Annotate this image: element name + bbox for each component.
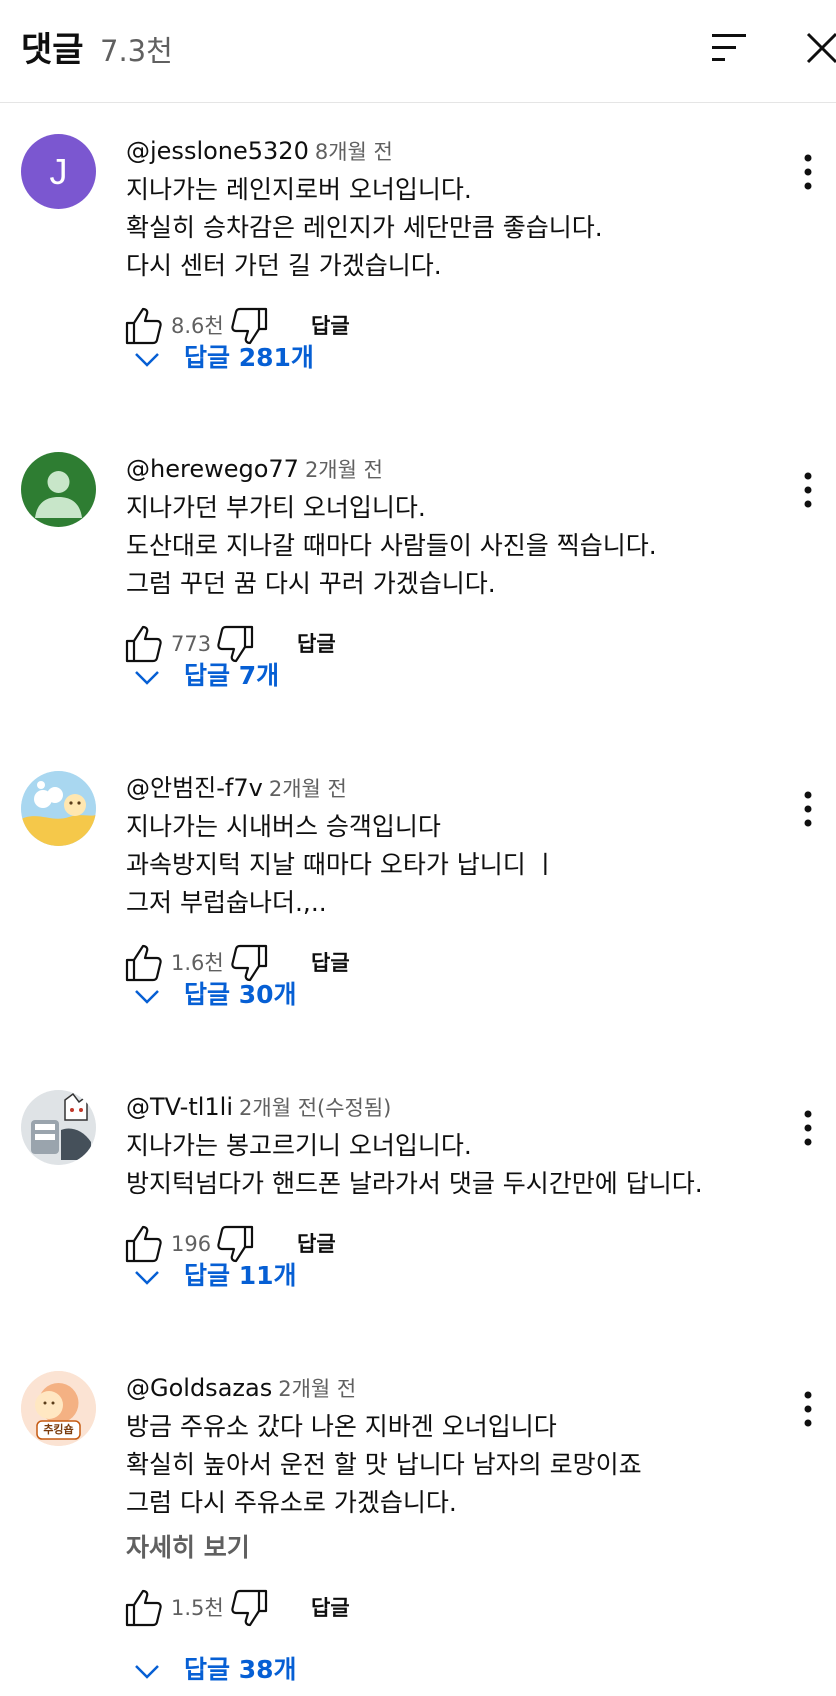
comment-line: 다시 센터 가던 길 가겠습니다. <box>126 251 442 280</box>
reply-button[interactable]: 답글 <box>297 1228 336 1260</box>
header-title: 댓글 <box>21 30 84 70</box>
cartoon-avatar-icon <box>21 771 96 846</box>
comment-line: 과속방지턱 지날 때마다 오타가 납니디 ㅣ <box>126 850 557 879</box>
comment-thread: @안범진-f7v 2개월 전 지나가는 시내버스 승객입니다 과속방지턱 지날 때… <box>0 771 836 1061</box>
comment-meta: @Goldsazas 2개월 전 <box>126 1371 356 1405</box>
thumb-up-icon <box>125 1589 162 1627</box>
comment-text: 지나가는 봉고르기니 오너입니다. 방지턱넘다가 핸드폰 날라가서 댓글 두시간… <box>126 1127 816 1203</box>
illustrated-avatar-icon <box>21 1090 96 1165</box>
comment-text: 지나가던 부가티 오너입니다. 도산대로 지나갈 때마다 사람들이 사진을 찍습… <box>126 489 816 603</box>
sort-button[interactable] <box>712 30 756 74</box>
comment-thread: J @jesslone5320 8개월 전 지나가는 레인지로버 오너입니다. 확… <box>0 134 836 424</box>
thumb-up-icon <box>125 307 162 345</box>
comment-line: 지나가던 부가티 오너입니다. <box>126 493 426 522</box>
comment-line: 방지턱넘다가 핸드폰 날라가서 댓글 두시간만에 답니다. <box>126 1169 703 1198</box>
comment-author[interactable]: @herewego77 <box>126 455 299 483</box>
reply-button[interactable]: 답글 <box>311 310 350 342</box>
read-more-button[interactable]: 자세히 보기 <box>126 1529 250 1567</box>
avatar[interactable] <box>21 771 96 846</box>
comment-line: 그럼 꾸던 꿈 다시 꾸러 가겠습니다. <box>126 569 496 598</box>
like-count: 196 <box>171 1232 212 1256</box>
avatar-badge-text: 추킹숍 <box>43 1423 74 1436</box>
like-button[interactable] <box>124 306 162 346</box>
comment-line: 확실히 높아서 운전 할 맛 납니다 남자의 로망이죠 <box>126 1450 642 1479</box>
comment-line: 방금 주유소 갔다 나온 지바겐 오너입니다 <box>126 1412 557 1441</box>
comment-author[interactable]: @TV-tl1li <box>126 1093 233 1121</box>
comment-author[interactable]: @jesslone5320 <box>126 137 309 165</box>
reply-button[interactable]: 답글 <box>311 947 350 979</box>
comment-time[interactable]: 2개월 전(수정됨) <box>239 1096 391 1120</box>
chevron-down-icon <box>135 990 159 1004</box>
comment-text: 지나가는 레인지로버 오너입니다. 확실히 승차감은 레인지가 세단만큼 좋습니… <box>126 171 816 285</box>
like-count: 8.6천 <box>171 314 224 338</box>
comment-line: 도산대로 지나갈 때마다 사람들이 사진을 찍습니다. <box>126 531 657 560</box>
chevron-down-icon <box>135 1665 159 1679</box>
replies-count-label: 답글 7개 <box>184 661 280 690</box>
replies-count-label: 답글 30개 <box>184 980 297 1009</box>
comment-meta: @TV-tl1li 2개월 전(수정됨) <box>126 1090 391 1124</box>
close-button[interactable] <box>800 28 836 72</box>
comment-meta: @herewego77 2개월 전 <box>126 452 383 486</box>
comment-time[interactable]: 2개월 전 <box>269 777 347 801</box>
thumb-down-icon <box>231 1589 268 1627</box>
thumb-up-icon <box>125 1225 162 1263</box>
comment-meta: @jesslone5320 8개월 전 <box>126 134 393 168</box>
like-count: 1.5천 <box>171 1596 224 1620</box>
replies-count-label: 답글 11개 <box>184 1261 297 1290</box>
like-button[interactable] <box>124 1588 162 1628</box>
avatar[interactable] <box>21 1090 96 1165</box>
reply-button[interactable]: 답글 <box>297 628 336 660</box>
comment-actions: 1.5천 답글 <box>124 1588 524 1632</box>
reply-button[interactable]: 답글 <box>311 1592 350 1624</box>
default-user-icon <box>35 471 82 518</box>
comment-thread: @herewego77 2개월 전 지나가던 부가티 오너입니다. 도산대로 지나… <box>0 452 836 742</box>
like-button[interactable] <box>124 943 162 983</box>
avatar[interactable] <box>21 452 96 527</box>
thumb-up-icon <box>125 944 162 982</box>
chevron-down-icon <box>135 1271 159 1285</box>
replies-count-label: 답글 38개 <box>184 1655 297 1684</box>
like-count: 773 <box>171 632 212 656</box>
thumb-up-icon <box>125 625 162 663</box>
comment-thread: 추킹숍 @Goldsazas 2개월 전 방금 주유소 갔다 나온 지바겐 오너입… <box>0 1371 836 1696</box>
comment-count: 7.3천 <box>100 34 173 68</box>
like-button[interactable] <box>124 624 162 664</box>
comment-text: 지나가는 시내버스 승객입니다 과속방지턱 지날 때마다 오타가 납니디 ㅣ 그… <box>126 808 816 922</box>
avatar[interactable]: J <box>21 134 96 209</box>
comment-time[interactable]: 2개월 전 <box>278 1377 356 1401</box>
comment-line: 그저 부럽숩나더.,.. <box>126 888 327 917</box>
chevron-down-icon <box>135 671 159 685</box>
comment-thread: @TV-tl1li 2개월 전(수정됨) 지나가는 봉고르기니 오너입니다. 방지… <box>0 1090 836 1340</box>
comment-author[interactable]: @Goldsazas <box>126 1374 272 1402</box>
comment-time[interactable]: 2개월 전 <box>305 458 383 482</box>
comment-line: 지나가는 시내버스 승객입니다 <box>126 812 441 841</box>
comment-line: 확실히 승차감은 레인지가 세단만큼 좋습니다. <box>126 213 603 242</box>
replies-count-label: 답글 281개 <box>184 343 314 372</box>
comment-line: 지나가는 봉고르기니 오너입니다. <box>126 1131 472 1160</box>
close-icon <box>806 32 836 64</box>
like-button[interactable] <box>124 1224 162 1264</box>
comment-time[interactable]: 8개월 전 <box>315 140 393 164</box>
comment-author[interactable]: @안범진-f7v <box>126 774 263 802</box>
dislike-button[interactable] <box>231 1588 269 1628</box>
comment-line: 그럼 다시 주유소로 가겠습니다. <box>126 1488 457 1517</box>
comment-meta: @안범진-f7v 2개월 전 <box>126 771 347 805</box>
chevron-down-icon <box>135 353 159 367</box>
avatar[interactable]: 추킹숍 <box>21 1371 96 1446</box>
comment-text: 방금 주유소 갔다 나온 지바겐 오너입니다 확실히 높아서 운전 할 맛 납니… <box>126 1408 816 1522</box>
like-count: 1.6천 <box>171 951 224 975</box>
comments-header: 댓글 7.3천 <box>0 0 836 103</box>
comment-line: 지나가는 레인지로버 오너입니다. <box>126 175 472 204</box>
sort-icon <box>712 34 746 61</box>
